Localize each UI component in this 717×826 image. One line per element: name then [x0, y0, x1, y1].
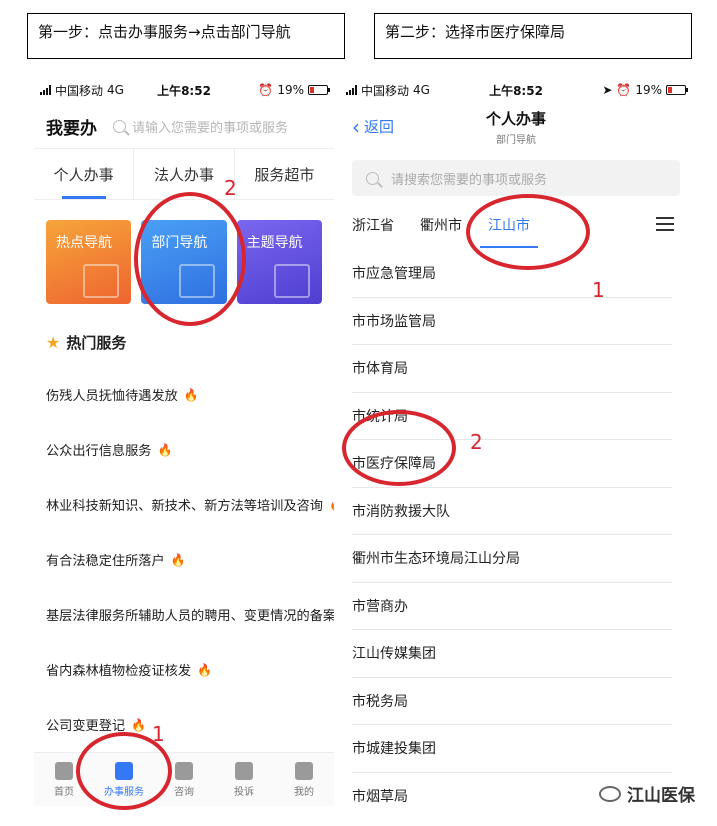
department-item[interactable]: 江山传媒集团 — [352, 630, 672, 678]
status-time: 上午8:52 — [157, 83, 211, 98]
tabbar-label: 咨询 — [174, 786, 194, 798]
service-item[interactable]: 公众出行信息服务 🔥 — [34, 422, 334, 477]
service-label: 公众出行信息服务 — [46, 444, 152, 459]
signal-icon — [40, 85, 51, 95]
step1-caption: 第一步：点击办事服务→点击部门导航 — [27, 13, 345, 59]
location-icon: ➤ — [602, 83, 613, 97]
department-item[interactable]: 市税务局 — [352, 678, 672, 725]
flame-icon: 🔥 — [170, 552, 186, 567]
battery-icon — [308, 85, 330, 95]
department-item[interactable]: 市体育局 — [352, 345, 672, 393]
tabbar-label: 首页 — [54, 786, 74, 798]
tabbar-mine[interactable]: 我的 — [274, 753, 334, 806]
battery-percent: 19% — [277, 83, 304, 97]
list-doc-icon — [273, 264, 310, 298]
department-item[interactable]: 市消防救援大队 — [352, 488, 672, 535]
carrier-label: 中国移动 — [55, 83, 104, 98]
service-label: 公司变更登记 — [46, 719, 126, 734]
service-item[interactable]: 省内森林植物检疫证核发 🔥 — [34, 642, 334, 697]
tabbar-label: 我的 — [294, 786, 314, 798]
phone-screen-left: 中国移动 4G 上午8:52 ⏰ 19% 我要办 请输入您需要的事项或服务 个人… — [34, 76, 334, 806]
home-icon — [55, 761, 73, 780]
tabbar-label: 投诉 — [234, 786, 254, 798]
service-item[interactable]: 公司变更登记 🔥 — [34, 697, 334, 752]
hot-services-title: 热门服务 — [66, 334, 127, 352]
region-tab-zhejiang[interactable]: 浙江省 — [352, 215, 394, 235]
service-list: 伤残人员抚恤待遇发放 🔥 公众出行信息服务 🔥 林业科技新知识、新技术、新方法等培训… — [34, 367, 334, 752]
watermark-label: 江山医保 — [627, 786, 695, 806]
flame-icon: 🔥 — [197, 662, 213, 677]
annotation-number: 1 — [152, 722, 165, 746]
flame-icon: 🔥 — [131, 717, 147, 732]
network-label: 4G — [107, 83, 124, 97]
alarm-icon: ⏰ — [258, 83, 274, 97]
back-label: 返回 — [364, 118, 395, 136]
department-item[interactable]: 市市场监管局 — [352, 298, 672, 345]
watermark: 江山医保 — [599, 781, 695, 806]
wechat-icon — [599, 785, 621, 802]
signal-icon — [346, 85, 357, 95]
annotation-number: 2 — [224, 176, 237, 200]
department-item[interactable]: 衢州市生态环境局江山分局 — [352, 535, 672, 583]
highlight-ring-medical-security — [342, 410, 456, 486]
alert-shield-icon — [235, 761, 253, 780]
service-label: 林业科技新知识、新技术、新方法等培训及咨询 — [46, 499, 323, 514]
status-time: 上午8:52 — [489, 83, 543, 98]
flame-icon: 🔥 — [329, 498, 334, 512]
hot-nav-card[interactable]: 热点导航 — [46, 220, 132, 304]
carrier-label: 中国移动 — [361, 83, 410, 98]
tabbar-complaint[interactable]: 投诉 — [214, 753, 274, 806]
status-bar: 中国移动 4G 上午8:52 ➤ ⏰ 19% — [340, 76, 692, 104]
annotation-number: 2 — [470, 430, 483, 454]
search-placeholder: 请搜索您需要的事项或服务 — [391, 172, 548, 188]
nav-header: ‹ 返回 个人办事 部门导航 — [340, 104, 692, 150]
theme-nav-card[interactable]: 主题导航 — [236, 220, 322, 304]
tab-personal[interactable]: 个人办事 — [34, 149, 135, 199]
hot-nav-label: 热点导航 — [56, 235, 112, 251]
service-label: 基层法律服务所辅助人员的聘用、变更情况的备案 — [46, 609, 334, 624]
chat-icon — [175, 761, 193, 780]
region-tab-quzhou[interactable]: 衢州市 — [420, 215, 462, 235]
highlight-ring-dept-nav — [134, 192, 246, 326]
search-placeholder: 请输入您需要的事项或服务 — [132, 120, 289, 136]
annotation-number: 1 — [592, 278, 605, 302]
chart-icon — [83, 264, 120, 298]
search-input[interactable]: 请输入您需要的事项或服务 — [113, 117, 288, 136]
service-item[interactable]: 林业科技新知识、新技术、新方法等培训及咨询 🔥 — [34, 477, 334, 532]
battery-icon — [666, 85, 688, 95]
service-label: 伤残人员抚恤待遇发放 — [46, 389, 178, 404]
search-input[interactable]: 请搜索您需要的事项或服务 — [352, 160, 680, 196]
service-item[interactable]: 基层法律服务所辅助人员的聘用、变更情况的备案🔥 — [34, 587, 334, 642]
flame-icon: 🔥 — [157, 442, 173, 457]
tab-service-market[interactable]: 服务超市 — [235, 149, 334, 199]
flame-icon: 🔥 — [183, 387, 199, 402]
service-item[interactable]: 伤残人员抚恤待遇发放 🔥 — [34, 367, 334, 422]
service-label: 有合法稳定住所落户 — [46, 554, 165, 569]
menu-list-icon[interactable] — [656, 217, 674, 231]
page-title: 我要办 — [46, 118, 97, 139]
department-item[interactable]: 市城建投集团 — [352, 725, 672, 773]
step2-caption: 第二步：选择市医疗保障局 — [374, 13, 692, 59]
service-label: 省内森林植物检疫证核发 — [46, 664, 192, 679]
department-list: 市应急管理局 市市场监管局 市体育局 市统计局 市医疗保障局 市消防救援大队 衢… — [340, 250, 692, 806]
department-item[interactable]: 市营商办 — [352, 583, 672, 630]
battery-percent: 19% — [635, 83, 662, 97]
network-label: 4G — [413, 83, 430, 97]
theme-nav-label: 主题导航 — [246, 235, 303, 251]
user-icon — [295, 761, 313, 780]
alarm-icon: ⏰ — [616, 83, 632, 97]
service-item[interactable]: 有合法稳定住所落户 🔥 — [34, 532, 334, 587]
search-icon — [366, 171, 379, 185]
search-icon — [113, 119, 126, 133]
back-button[interactable]: ‹ 返回 — [352, 116, 394, 137]
page-header: 我要办 请输入您需要的事项或服务 — [34, 104, 334, 148]
status-bar: 中国移动 4G 上午8:52 ⏰ 19% — [34, 76, 334, 104]
chevron-left-icon: ‹ — [352, 114, 360, 139]
highlight-ring-jiangshan-tab — [466, 194, 590, 270]
star-icon: ★ — [46, 333, 61, 352]
